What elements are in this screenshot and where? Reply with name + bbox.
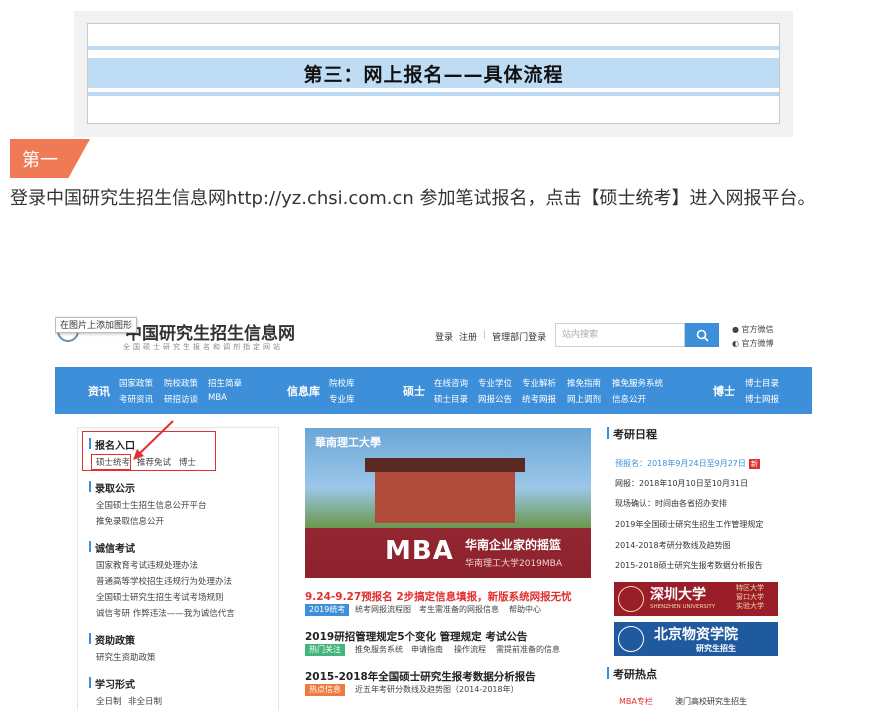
sidebar-item[interactable]: 研究生资助政策 xyxy=(96,651,156,663)
bwu-ad[interactable]: 北京物资学院 研究生招生 xyxy=(614,622,778,656)
sidebar-item[interactable]: 国家教育考试违规处理办法 xyxy=(96,559,198,571)
sidebar-item[interactable]: 全国硕士生招生信息公开平台 xyxy=(96,499,207,511)
news-link[interactable]: 操作流程 xyxy=(454,644,486,655)
news-tag: 热点信息 xyxy=(305,684,345,696)
new-badge: 新 xyxy=(748,459,760,469)
szu-en: SHENZHEN UNIVERSITY xyxy=(650,604,716,610)
sidebar-item[interactable]: 非全日制 xyxy=(128,695,162,707)
bwu-seal-icon xyxy=(618,626,644,652)
szu-seal-icon xyxy=(618,586,644,612)
news-link[interactable]: 考生需准备的网报信息 xyxy=(419,604,499,615)
title-divider xyxy=(88,92,779,96)
schedule-item[interactable]: 现场确认：时间由各省招办安排 xyxy=(615,498,727,509)
sidebar-item[interactable]: 诚信考研 作弊违法——我为诚信代言 xyxy=(96,607,235,619)
schedule-item[interactable]: 2019年全国硕士研究生招生工作管理规定 xyxy=(615,519,763,530)
news-tag: 热门关注 xyxy=(305,644,345,656)
hot-item[interactable]: MBA专栏 xyxy=(619,696,653,707)
instruction-paragraph: 登录中国研究生招生信息网http://yz.chsi.com.cn 参加笔试报名… xyxy=(10,188,816,209)
schedule-item[interactable]: 2014-2018考研分数线及趋势图 xyxy=(615,540,731,551)
title-divider xyxy=(88,46,779,50)
szu-tags: 特区大学 窗口大学 实验大学 xyxy=(736,584,764,610)
banner-school-name: 華南理工大學 xyxy=(315,436,381,449)
bwu-name: 北京物资学院 xyxy=(654,627,738,643)
mba-banner[interactable]: 華南理工大學 MBA 华南企业家的摇篮 华南理工大学2019MBA xyxy=(305,428,591,578)
news-tag: 2019统考 xyxy=(305,604,350,616)
news-link[interactable]: 申请指南 xyxy=(411,644,443,655)
sidebar-head-admission: 录取公示 xyxy=(89,480,135,495)
sidebar-item[interactable]: 全日制 xyxy=(96,695,122,707)
hot-heading: 考研热点 xyxy=(607,667,657,681)
news-link[interactable]: 近五年考研分数线及趋势图（2014-2018年） xyxy=(355,684,519,695)
section-title: 第三：网上报名——具体流程 xyxy=(88,58,779,88)
news-headline[interactable]: 2019研招管理规定5个变化 管理规定 考试公告 xyxy=(305,629,527,644)
section-title-frame: 第三：网上报名——具体流程 xyxy=(74,11,793,137)
sidebar-item[interactable]: 普通高等学校招生违规行为处理办法 xyxy=(96,575,232,587)
banner-roof xyxy=(365,458,525,472)
news-headline[interactable]: 2015-2018年全国硕士研究生报考数据分析报告 xyxy=(305,669,536,684)
schedule-item[interactable]: 预报名：2018年9月24日至9月27日新 xyxy=(615,458,760,469)
sidebar-item[interactable]: 全国硕士研究生招生考试考场规则 xyxy=(96,591,224,603)
schedule-heading: 考研日程 xyxy=(607,427,657,441)
schedule-item[interactable]: 网报：2018年10月10日至10月31日 xyxy=(615,478,748,489)
szu-ad[interactable]: 深圳大学 SHENZHEN UNIVERSITY 特区大学 窗口大学 实验大学 xyxy=(614,582,778,616)
sidebar-head-integrity: 诚信考试 xyxy=(89,540,135,555)
hot-item[interactable]: 澳门高校研究生招生 xyxy=(675,696,747,707)
embedded-screenshot: 中国研究生招生信息网 全国硕士研究生报名和调剂指定网站 在图片上添加图形 登录 … xyxy=(55,310,812,710)
szu-name: 深圳大学 xyxy=(650,587,706,603)
schedule-item[interactable]: 2015-2018硕士研究生报考数据分析报告 xyxy=(615,560,763,571)
sidebar-head-study-mode: 学习形式 xyxy=(89,676,135,691)
news-link[interactable]: 推免服务系统 xyxy=(355,644,403,655)
banner-slogan: 华南企业家的摇篮 xyxy=(465,538,562,552)
sidebar-item[interactable]: 推免录取信息公开 xyxy=(96,515,164,527)
bwu-sub: 研究生招生 xyxy=(696,644,736,653)
banner-building xyxy=(375,468,515,523)
news-link[interactable]: 需提前准备的信息 xyxy=(496,644,560,655)
news-link[interactable]: 帮助中心 xyxy=(509,604,541,615)
news-headline[interactable]: 9.24-9.27预报名 2步搞定信息填报，新版系统网报无忧 xyxy=(305,589,572,604)
news-link[interactable]: 统考网报流程图 xyxy=(355,604,411,615)
sidebar-head-funding: 资助政策 xyxy=(89,632,135,647)
banner-slogan-sub: 华南理工大学2019MBA xyxy=(465,559,563,569)
step-label: 第一 xyxy=(22,150,58,171)
banner-mba: MBA xyxy=(385,536,454,566)
section-title-box: 第三：网上报名——具体流程 xyxy=(87,23,780,124)
